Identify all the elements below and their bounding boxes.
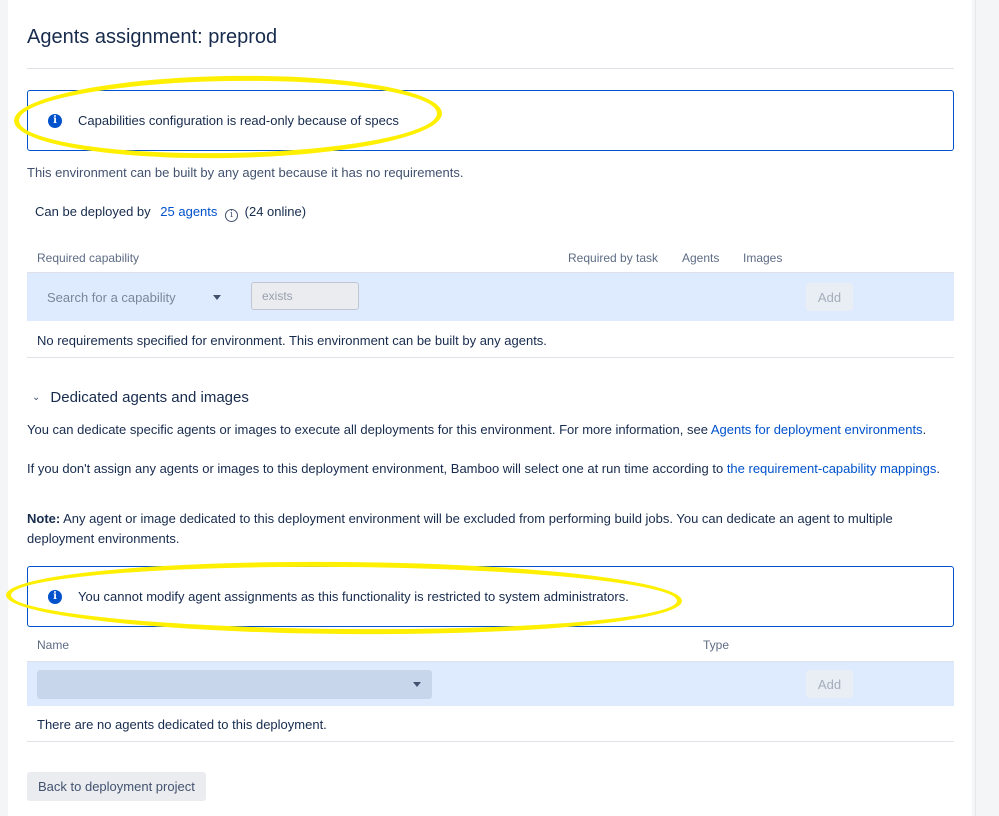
- col-required-by-task: Required by task: [568, 251, 659, 265]
- dedicated-fallback: If you don't assign any agents or images…: [27, 459, 957, 479]
- agent-select[interactable]: [37, 670, 432, 699]
- agents-deployment-link[interactable]: Agents for deployment environments: [711, 422, 923, 437]
- add-agent-row: Add: [27, 662, 954, 706]
- readonly-notice-text: Capabilities configuration is read-only …: [78, 113, 399, 128]
- dedicated-note: Note: Any agent or image dedicated to th…: [27, 509, 957, 549]
- readonly-notice: i Capabilities configuration is read-onl…: [27, 90, 954, 151]
- info-icon: i: [48, 589, 62, 604]
- add-requirement-button[interactable]: Add: [806, 283, 853, 311]
- col-agents: Agents: [682, 251, 720, 265]
- requirement-mappings-link[interactable]: the requirement-capability mappings: [727, 461, 937, 476]
- restricted-notice: i You cannot modify agent assignments as…: [27, 566, 954, 627]
- para2-end: .: [936, 461, 940, 476]
- capability-select-placeholder: Search for a capability: [47, 289, 176, 305]
- page-scrollbar[interactable]: [975, 0, 999, 816]
- info-icon: i: [48, 113, 62, 128]
- table-divider: [27, 357, 954, 358]
- requirements-empty-message: No requirements specified for environmen…: [37, 333, 547, 348]
- dedicated-heading: Dedicated agents and images: [50, 389, 249, 406]
- chevron-down-icon: [413, 682, 421, 687]
- col-required-capability: Required capability: [37, 251, 140, 265]
- table-divider: [27, 741, 954, 742]
- title-divider: [27, 68, 954, 69]
- para1-end: .: [922, 422, 927, 437]
- exists-input[interactable]: exists: [251, 282, 359, 310]
- chevron-down-icon: [213, 295, 221, 300]
- capability-select[interactable]: Search for a capability: [47, 283, 225, 311]
- dedicated-empty-message: There are no agents dedicated to this de…: [37, 717, 327, 732]
- dedicated-section-toggle[interactable]: ⌄ Dedicated agents and images: [32, 389, 249, 406]
- add-agent-button[interactable]: Add: [806, 670, 853, 698]
- deployed-by-line: Can be deployed by 25 agents i (24 onlin…: [35, 204, 306, 222]
- col-images: Images: [743, 251, 783, 265]
- agents-count-link[interactable]: 25 agents: [160, 204, 217, 219]
- add-requirement-row: Search for a capability exists Add: [27, 273, 954, 321]
- note-label: Note:: [27, 511, 61, 526]
- online-count: (24 online): [244, 204, 307, 219]
- para1-text: You can dedicate specific agents or imag…: [27, 422, 711, 437]
- back-to-project-button[interactable]: Back to deployment project: [27, 772, 206, 801]
- dedicated-description: You can dedicate specific agents or imag…: [27, 420, 957, 440]
- para2-text: If you don't assign any agents or images…: [27, 461, 727, 476]
- deployed-by-prefix: Can be deployed by: [35, 204, 151, 219]
- col-name: Name: [37, 638, 70, 652]
- note-text: Any agent or image dedicated to this dep…: [27, 511, 893, 546]
- info-outline-icon[interactable]: i: [225, 208, 239, 222]
- chevron-down-icon: ⌄: [32, 392, 41, 403]
- col-type: Type: [703, 638, 730, 652]
- restricted-notice-text: You cannot modify agent assignments as t…: [78, 589, 629, 604]
- requirements-intro: This environment can be built by any age…: [27, 165, 464, 180]
- page-title: Agents assignment: preprod: [27, 26, 278, 48]
- main-panel: Agents assignment: preprod i Capabilitie…: [8, 0, 972, 816]
